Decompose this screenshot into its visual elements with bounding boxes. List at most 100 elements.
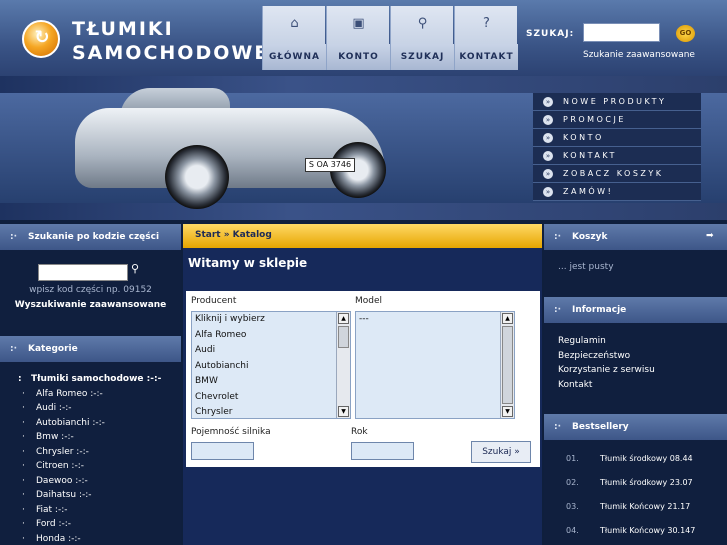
bullet-icon: :· xyxy=(10,232,18,242)
menu-contact[interactable]: » KONTAKT xyxy=(533,147,701,165)
category-item[interactable]: · Audi :-:- xyxy=(14,401,181,416)
nav-label: KONTO xyxy=(327,44,390,70)
info-link[interactable]: Bezpieczeństwo xyxy=(558,349,655,364)
list-item[interactable]: 01. Tłumik środkowy 08.44 xyxy=(548,449,727,473)
producer-select[interactable]: Kliknij i wybierz Alfa Romeo Audi Autobi… xyxy=(191,311,351,419)
list-item[interactable]: --- xyxy=(356,312,514,328)
info-link[interactable]: Regulamin xyxy=(558,334,655,349)
logo-arrow-icon: ↻ xyxy=(34,27,50,48)
categories-header: :· Kategorie xyxy=(0,336,181,362)
cart-header[interactable]: :· Koszyk xyxy=(544,224,727,250)
scroll-down-icon[interactable]: ▼ xyxy=(502,406,513,417)
scroll-up-icon[interactable]: ▲ xyxy=(338,313,349,324)
search-label: SZUKAJ: xyxy=(526,29,575,39)
search-input[interactable] xyxy=(583,23,660,42)
info-header: :· Informacje xyxy=(544,297,727,323)
part-code-hint: wpisz kod części np. 09152 xyxy=(29,285,152,295)
magnifier-icon[interactable]: ⚲ xyxy=(131,262,139,275)
year-label: Rok xyxy=(351,427,368,437)
list-item[interactable]: Chevrolet xyxy=(192,390,350,406)
list-item[interactable]: Audi xyxy=(192,343,350,359)
bestsellers-header: :· Bestsellery xyxy=(544,414,727,440)
list-item[interactable]: 02. Tłumik środkowy 23.07 xyxy=(548,473,727,497)
go-button[interactable]: GO xyxy=(676,25,695,42)
nav-account-button[interactable]: ▣ KONTO xyxy=(326,6,390,70)
engine-field[interactable] xyxy=(191,442,254,460)
bullet-icon: :· xyxy=(554,232,562,242)
category-item[interactable]: · Fiat :-:- xyxy=(14,503,181,518)
page-title: Witamy w sklepie xyxy=(188,256,308,270)
main-nav: ⌂ GŁÓWNA ▣ KONTO ⚲ SZUKAJ ? KONTAKT xyxy=(262,6,518,70)
bullet-icon: » xyxy=(543,97,553,107)
advanced-search-link[interactable]: Wyszukiwanie zaawansowane xyxy=(0,300,181,310)
category-item[interactable]: · Daewoo :-:- xyxy=(14,474,181,489)
scrollbar[interactable]: ▲ ▼ xyxy=(500,312,514,418)
model-label: Model xyxy=(355,296,383,306)
category-item[interactable]: : Tłumiki samochodowe :-:- xyxy=(14,372,181,387)
list-item[interactable]: Alfa Romeo xyxy=(192,328,350,344)
category-item[interactable]: · Autobianchi :-:- xyxy=(14,416,181,431)
scrollbar[interactable]: ▲ ▼ xyxy=(336,312,350,418)
logo-line-2: SAMOCHODOWE xyxy=(72,42,270,64)
help-icon: ? xyxy=(483,16,490,31)
list-item[interactable]: Autobianchi xyxy=(192,359,350,375)
category-item[interactable]: · Daihatsu :-:- xyxy=(14,488,181,503)
code-search-header: :· Szukanie po kodzie części xyxy=(0,224,181,250)
list-item[interactable]: BMW xyxy=(192,374,350,390)
nav-search-button[interactable]: ⚲ SZUKAJ xyxy=(390,6,454,70)
arrow-right-icon[interactable]: ➡ xyxy=(706,231,714,241)
nav-home-button[interactable]: ⌂ GŁÓWNA xyxy=(262,6,326,70)
category-item[interactable]: · Chrysler :-:- xyxy=(14,445,181,460)
bullet-icon: :· xyxy=(10,344,18,354)
list-item[interactable]: Chrysler xyxy=(192,405,350,418)
nav-contact-button[interactable]: ? KONTAKT xyxy=(454,6,518,70)
cart-status: ... jest pusty xyxy=(558,262,614,272)
scroll-thumb[interactable] xyxy=(502,326,513,404)
list-item[interactable]: 04. Tłumik Końcowy 30.147 xyxy=(548,521,727,545)
menu-order[interactable]: » ZAMÓW! xyxy=(533,183,701,201)
category-item[interactable]: · Alfa Romeo :-:- xyxy=(14,387,181,402)
logo-line-1: TŁUMIKI xyxy=(72,18,174,40)
year-field[interactable] xyxy=(351,442,414,460)
bullet-icon: » xyxy=(543,187,553,197)
home-icon: ⌂ xyxy=(290,16,299,31)
advanced-search-link[interactable]: Szukanie zaawansowane xyxy=(583,50,695,60)
hero-menu: » NOWE PRODUKTY » PROMOCJE » KONTO » KONTAKT… xyxy=(533,93,701,201)
category-item[interactable]: · Honda :-:- xyxy=(14,532,181,545)
bullet-icon: » xyxy=(543,169,553,179)
engine-label: Pojemność silnika xyxy=(191,427,271,437)
bullet-icon: » xyxy=(543,151,553,161)
bestsellers-list: 01. Tłumik środkowy 08.44 02. Tłumik środk… xyxy=(548,449,727,545)
bullet-icon: » xyxy=(543,115,553,125)
search-icon: ⚲ xyxy=(417,16,428,31)
category-list: : Tłumiki samochodowe :-:- · Alfa Romeo :-… xyxy=(14,372,181,545)
breadcrumb[interactable]: Start » Katalog xyxy=(183,224,542,248)
menu-view-cart[interactable]: » ZOBACZ KOSZYK xyxy=(533,165,701,183)
info-link[interactable]: Kontakt xyxy=(558,378,655,393)
category-item[interactable]: · Ford :-:- xyxy=(14,517,181,532)
category-item[interactable]: · Citroen :-:- xyxy=(14,459,181,474)
menu-account[interactable]: » KONTO xyxy=(533,129,701,147)
license-plate: S OA 3746 xyxy=(305,158,355,172)
list-item[interactable]: 03. Tłumik Końcowy 21.17 xyxy=(548,497,727,521)
scroll-up-icon[interactable]: ▲ xyxy=(502,313,513,324)
part-code-input[interactable] xyxy=(38,264,128,281)
menu-promotions[interactable]: » PROMOCJE xyxy=(533,111,701,129)
nav-label: KONTAKT xyxy=(455,44,518,70)
bullet-icon: :· xyxy=(554,422,562,432)
list-item[interactable]: Kliknij i wybierz xyxy=(192,312,350,328)
car-wheel xyxy=(165,145,229,209)
account-icon: ▣ xyxy=(352,16,365,31)
menu-new-products[interactable]: » NOWE PRODUKTY xyxy=(533,93,701,111)
producer-label: Producent xyxy=(191,296,237,306)
info-link[interactable]: Korzystanie z serwisu xyxy=(558,363,655,378)
model-select[interactable]: --- ▲ ▼ xyxy=(355,311,515,419)
info-list: Regulamin Bezpieczeństwo Korzystanie z s… xyxy=(558,334,655,392)
bullet-icon: » xyxy=(543,133,553,143)
scroll-thumb[interactable] xyxy=(338,326,349,348)
category-item[interactable]: · Bmw :-:- xyxy=(14,430,181,445)
nav-label: GŁÓWNA xyxy=(263,44,326,70)
submit-search-button[interactable]: Szukaj » xyxy=(471,441,531,463)
scroll-down-icon[interactable]: ▼ xyxy=(338,406,349,417)
bullet-icon: :· xyxy=(554,305,562,315)
